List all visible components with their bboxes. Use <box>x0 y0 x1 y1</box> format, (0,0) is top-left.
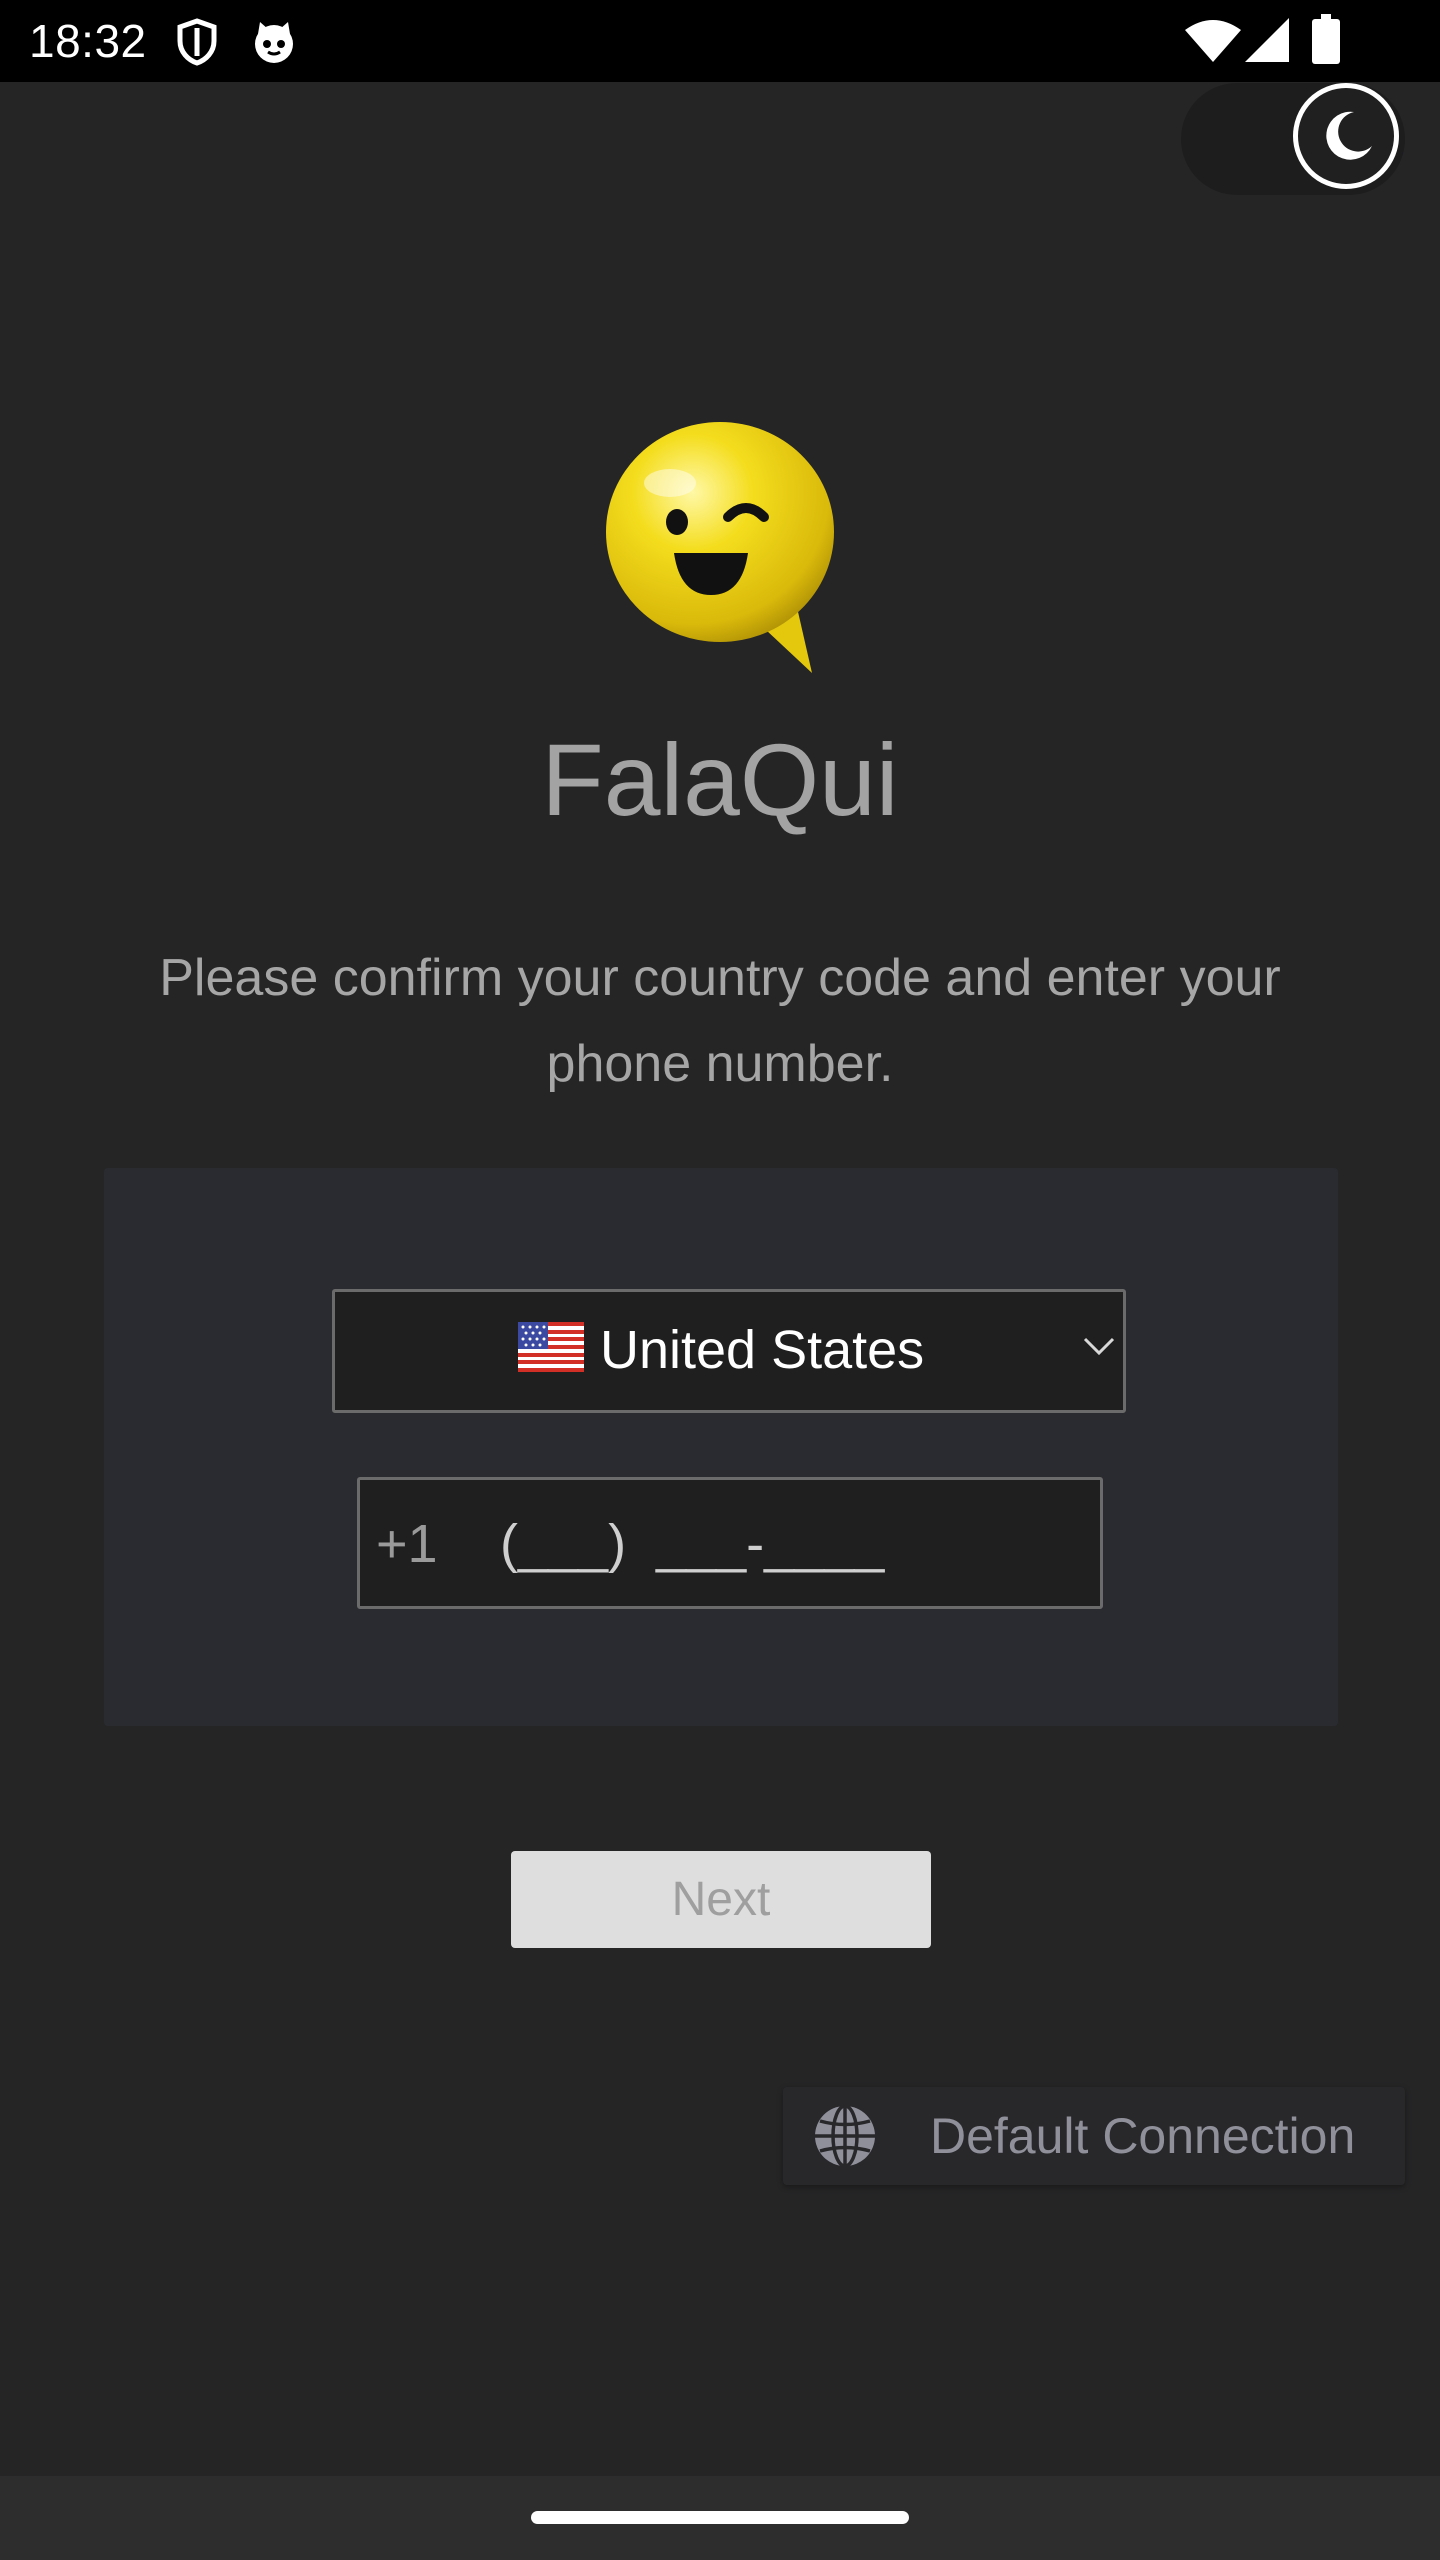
globe-icon <box>813 2104 877 2173</box>
theme-toggle[interactable] <box>1181 83 1405 195</box>
default-connection-label: Default Connection <box>930 2108 1356 2164</box>
wifi-icon <box>1185 20 1241 67</box>
home-gesture-handle[interactable] <box>531 2511 909 2524</box>
phone-country-code: +1 <box>376 1514 438 1574</box>
moon-icon <box>1326 111 1372 160</box>
instructions-text: Please confirm your country code and ent… <box>159 949 1281 1093</box>
winking-speech-bubble-icon <box>600 415 840 675</box>
status-time: 18:32 <box>29 15 147 67</box>
phone-number-mask: (___) ___-____ <box>500 1514 885 1574</box>
shield-icon <box>176 18 218 71</box>
status-bar: 18:32 <box>0 0 1440 82</box>
country-select-value: United States <box>600 1320 925 1380</box>
app-name: FalaQui <box>541 723 899 837</box>
country-select[interactable]: United States <box>332 1289 1126 1413</box>
us-flag-icon <box>518 1322 584 1372</box>
phone-number-input[interactable]: +1 (___) ___-____ <box>357 1477 1103 1609</box>
phone-entry-card <box>104 1168 1338 1726</box>
cat-icon <box>250 18 298 71</box>
theme-toggle-knob[interactable] <box>1293 83 1399 189</box>
default-connection-button[interactable]: Default Connection <box>783 2087 1405 2185</box>
login-screen: 18:32 FalaQui Please confirm your countr… <box>0 0 1440 2560</box>
next-button[interactable]: Next <box>511 1851 931 1948</box>
chevron-down-icon <box>1083 1336 1115 1361</box>
battery-icon <box>1312 14 1340 69</box>
signal-icon <box>1245 18 1289 67</box>
